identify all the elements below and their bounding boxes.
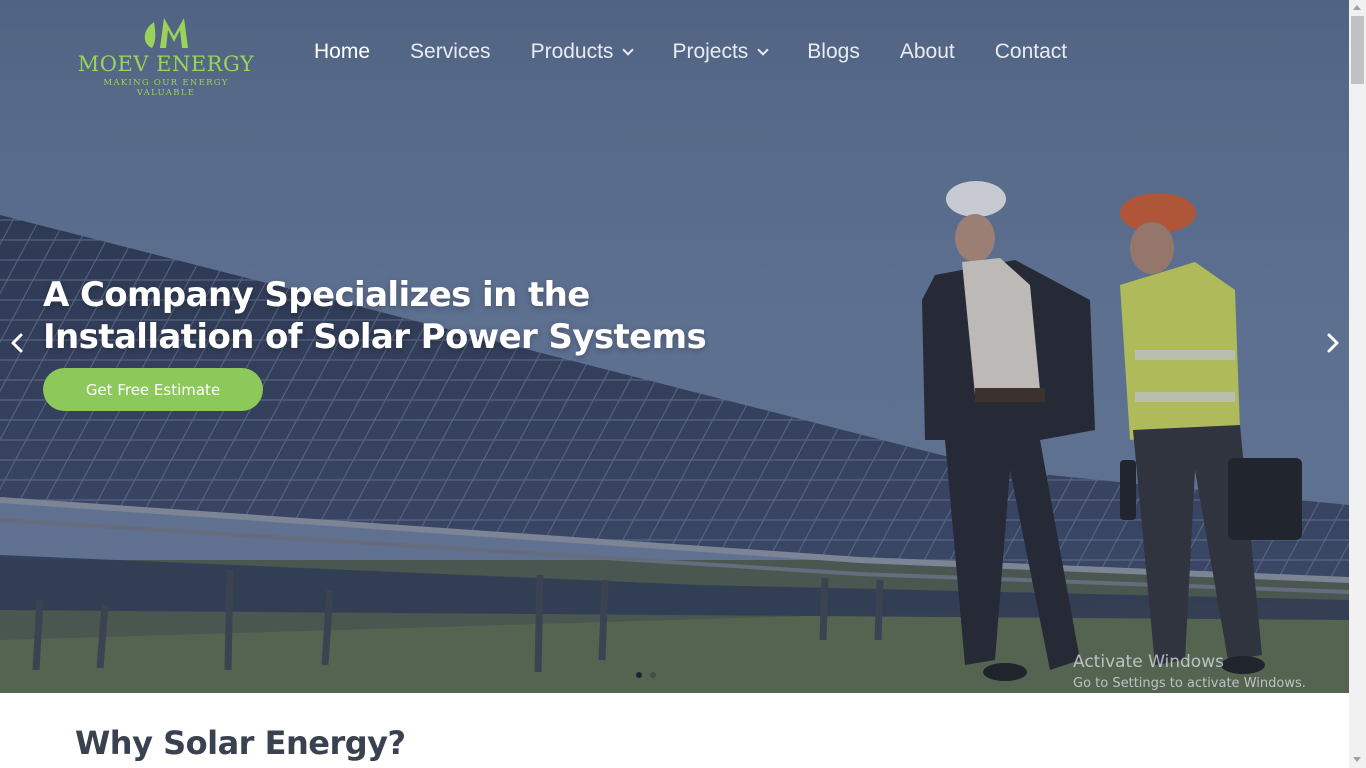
slider-pagination — [636, 672, 664, 678]
nav-item-products[interactable]: Products — [530, 40, 635, 64]
nav-item-label: Projects — [672, 40, 749, 63]
leaf-m-logo-icon — [144, 18, 188, 48]
main-nav: Home Services Products Projects Blogs Ab… — [314, 38, 1107, 66]
section-title: Why Solar Energy? — [75, 724, 406, 762]
chevron-down-icon — [622, 44, 635, 56]
activate-windows-watermark: Activate Windows Go to Settings to activ… — [1073, 652, 1306, 691]
nav-item-projects[interactable]: Projects — [672, 40, 769, 64]
slider-dot-active[interactable] — [636, 672, 642, 678]
nav-item-label: Services — [410, 40, 491, 63]
slider-dot[interactable] — [650, 672, 656, 678]
nav-item-label: Contact — [994, 40, 1068, 63]
get-free-estimate-button[interactable]: Get Free Estimate — [43, 368, 263, 411]
scroll-down-arrow-icon[interactable] — [1353, 757, 1361, 762]
nav-item-about[interactable]: About — [900, 40, 955, 64]
scroll-up-arrow-icon[interactable] — [1353, 5, 1361, 10]
hero-headline-line-1: A Company Specializes in the — [43, 275, 590, 315]
page: MOEV ENERGY MAKING OUR ENERGY VALUABLE H… — [0, 0, 1349, 768]
scrollbar-thumb[interactable] — [1351, 16, 1364, 84]
page-scrollbar[interactable] — [1349, 0, 1366, 768]
nav-item-label: About — [899, 40, 955, 63]
nav-item-blogs[interactable]: Blogs — [807, 40, 860, 64]
nav-item-home[interactable]: Home — [314, 40, 370, 64]
hero-headline: A Company Specializes in the Installatio… — [43, 274, 743, 358]
chevron-right-icon[interactable] — [1322, 332, 1344, 354]
hero-headline-line-2: Installation of Solar Power Systems — [43, 317, 707, 357]
nav-item-label: Blogs — [807, 40, 860, 63]
brand-tagline: MAKING OUR ENERGY VALUABLE — [103, 78, 229, 98]
watermark-subtitle: Go to Settings to activate Windows. — [1073, 676, 1306, 691]
brand-logo[interactable]: MOEV ENERGY MAKING OUR ENERGY VALUABLE — [74, 14, 258, 98]
nav-item-label: Home — [314, 40, 371, 63]
watermark-title: Activate Windows — [1073, 652, 1224, 672]
nav-item-label: Products — [530, 40, 614, 63]
nav-item-services[interactable]: Services — [410, 40, 491, 64]
brand-name: MOEV ENERGY — [77, 52, 255, 76]
nav-item-contact[interactable]: Contact — [995, 40, 1067, 64]
hero-slider: MOEV ENERGY MAKING OUR ENERGY VALUABLE H… — [0, 0, 1349, 693]
chevron-left-icon[interactable] — [6, 332, 28, 354]
chevron-down-icon — [757, 44, 769, 56]
